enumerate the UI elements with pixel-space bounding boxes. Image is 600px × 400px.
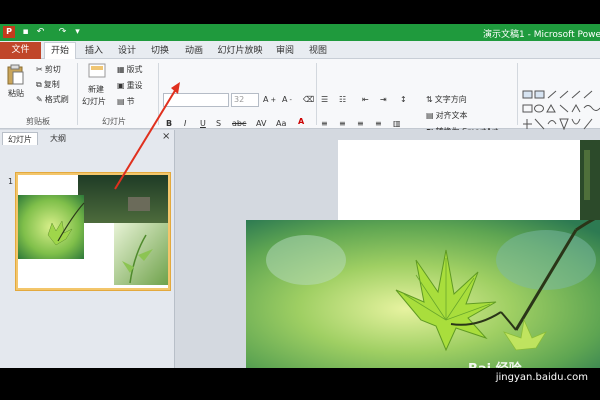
- powerpoint-window: P ▪ ↶ ↷ ▾ 演示文稿1 - Microsoft PowerPoint 文…: [0, 24, 600, 368]
- watermark-url: jingyan.baidu.com: [495, 372, 588, 383]
- annotation-arrow: [114, 82, 180, 190]
- baidu-watermark: Bai 经验: [468, 358, 522, 368]
